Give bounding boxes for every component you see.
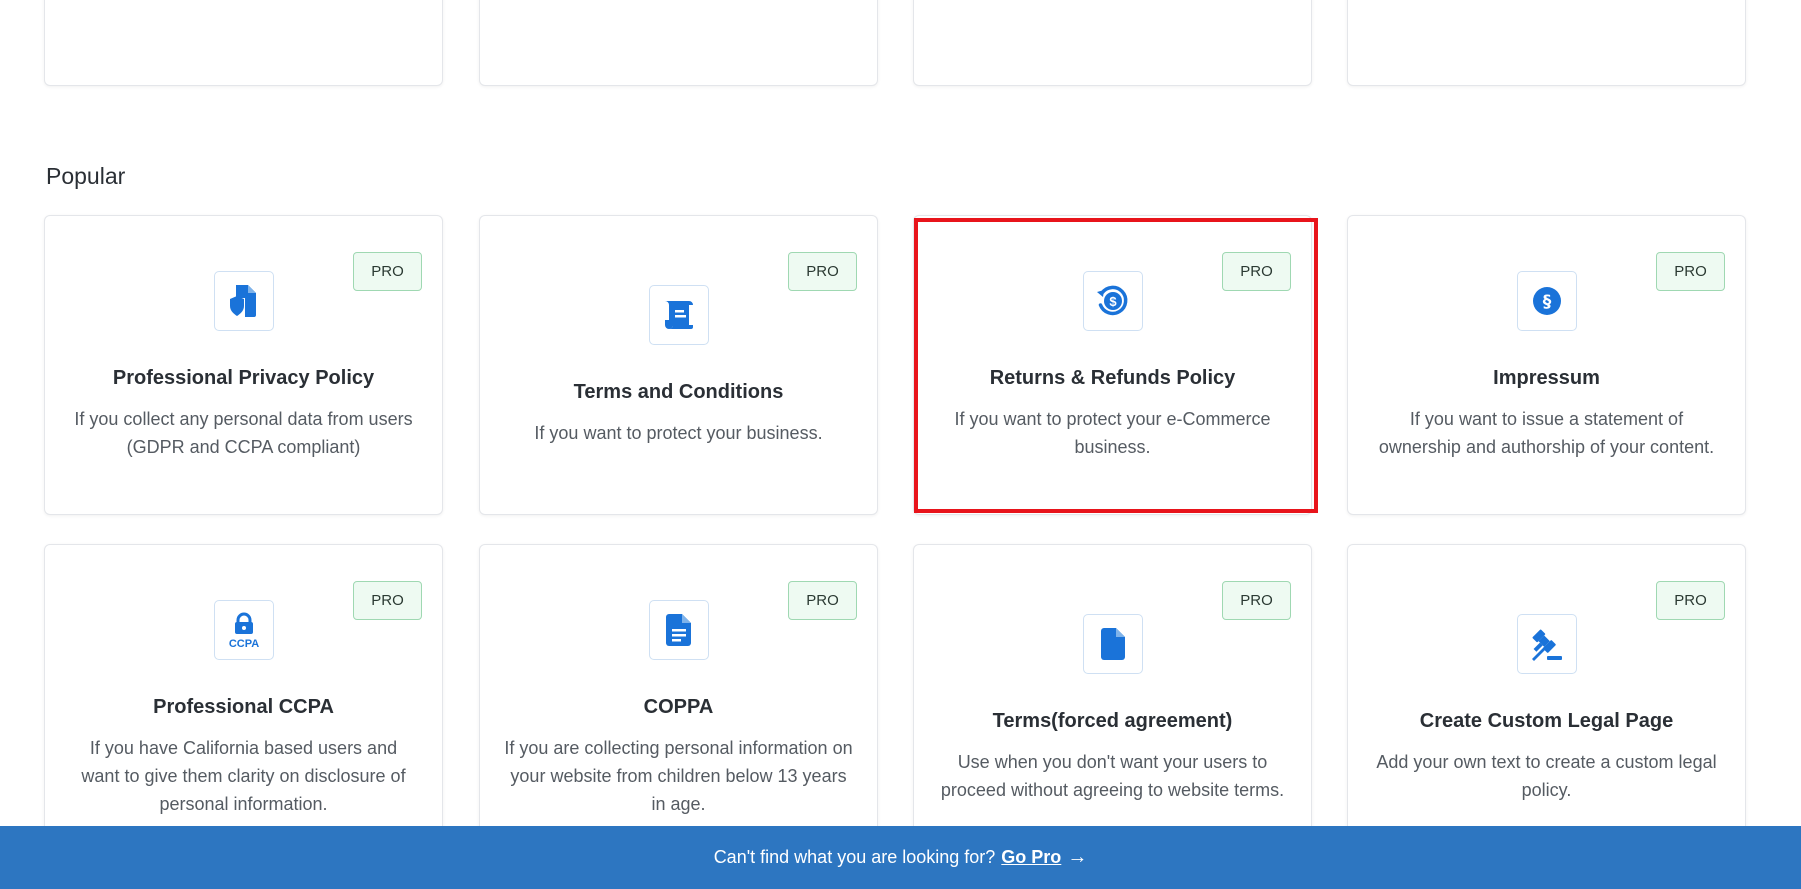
card-professional-privacy-policy[interactable]: PRO Professional Privacy Policy If you c… — [44, 215, 443, 515]
refund-dollar-icon: $ — [1082, 271, 1143, 331]
card-description: If you want to protect your e-Commerce b… — [954, 409, 1271, 457]
document-icon — [1082, 614, 1143, 674]
card-title: Create Custom Legal Page — [1419, 710, 1674, 732]
lock-ccpa-icon: CCPA — [213, 600, 274, 660]
card-title: COPPA — [643, 696, 714, 718]
svg-text:CCPA: CCPA — [228, 638, 258, 650]
card-description: Use when you don't want your users to pr… — [940, 752, 1285, 800]
card-terms-and-conditions[interactable]: PRO Terms and Conditions If you want to … — [479, 215, 878, 515]
go-pro-link[interactable]: Go Pro — [1001, 847, 1061, 868]
card-description: If you want to protect your business. — [534, 423, 823, 443]
card-description: If you are collecting personal informati… — [504, 738, 853, 814]
card-title: Terms(forced agreement) — [992, 710, 1233, 732]
card-description: If you have California based users and w… — [81, 738, 406, 814]
card-title: Returns & Refunds Policy — [989, 367, 1236, 389]
card-description: If you want to issue a statement of owne… — [1378, 409, 1715, 457]
card-description: If you collect any personal data from us… — [74, 409, 413, 457]
arrow-right-icon: → — [1067, 846, 1088, 868]
card-top-4[interactable] — [1347, 0, 1746, 86]
card-title: Terms and Conditions — [573, 381, 784, 403]
card-title: Impressum — [1493, 367, 1600, 389]
card-impressum[interactable]: PRO § Impressum If you want to issue a s… — [1347, 215, 1746, 515]
go-pro-banner: Can't find what you are looking for? Go … — [0, 826, 1801, 889]
gavel-icon — [1516, 614, 1577, 674]
scroll-icon — [648, 285, 709, 345]
svg-text:$: $ — [1109, 294, 1117, 309]
card-coppa[interactable]: PRO COPPA If you are collecting personal… — [479, 544, 878, 864]
card-professional-ccpa[interactable]: PRO CCPA Professional CCPA If you have C… — [44, 544, 443, 864]
card-top-3[interactable] — [913, 0, 1312, 86]
card-top-1[interactable] — [44, 0, 443, 86]
card-terms-forced-agreement[interactable]: PRO Terms(forced agreement) Use when you… — [913, 544, 1312, 864]
section-sign-icon: § — [1516, 271, 1577, 331]
card-title: Professional Privacy Policy — [112, 367, 375, 389]
document-lines-icon — [648, 600, 709, 660]
card-returns-refunds-policy[interactable]: PRO $ Returns & Refunds Policy If you wa… — [913, 215, 1312, 515]
banner-text: Can't find what you are looking for? — [713, 847, 996, 867]
svg-text:§: § — [1542, 292, 1551, 312]
card-description: Add your own text to create a custom leg… — [1376, 752, 1717, 800]
card-title: Professional CCPA — [153, 696, 334, 718]
card-create-custom-legal-page[interactable]: PRO Create Custom Legal Page Add your ow… — [1347, 544, 1746, 864]
shield-document-icon — [213, 271, 274, 331]
section-title: Popular — [46, 163, 126, 189]
card-top-2[interactable] — [479, 0, 878, 86]
